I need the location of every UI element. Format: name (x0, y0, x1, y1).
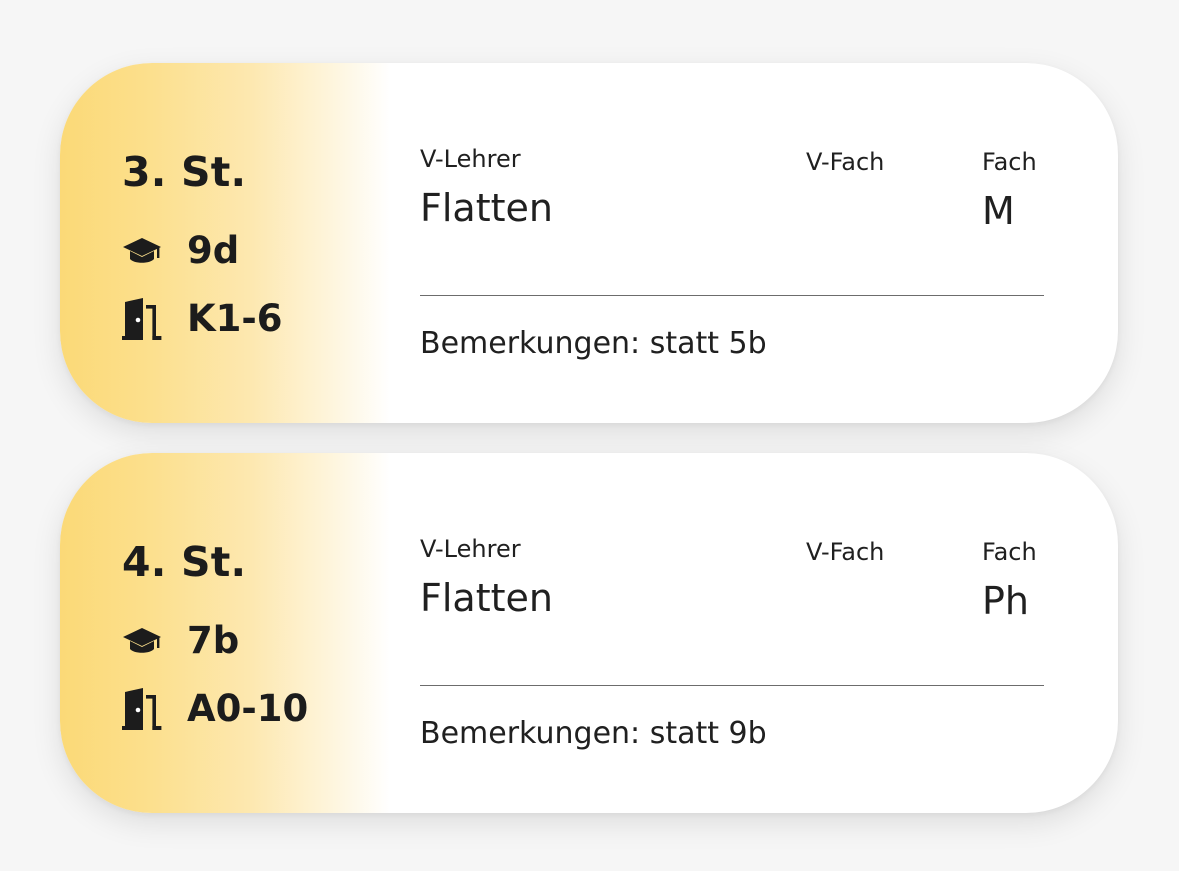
remarks-text: Bemerkungen: statt 9b (420, 716, 767, 751)
door-icon (122, 687, 166, 731)
class-value: 9d (187, 229, 240, 272)
teacher-value: Flatten (420, 576, 553, 620)
class-value: 7b (187, 619, 240, 662)
teacher-value: Flatten (420, 186, 553, 230)
room-value: K1-6 (187, 297, 283, 340)
graduation-cap-icon (122, 619, 166, 663)
substitute-subject-label: V-Fach (806, 538, 885, 566)
class-row: 7b (122, 619, 239, 663)
remarks-text: Bemerkungen: statt 5b (420, 326, 767, 361)
period-label: 3. St. (122, 148, 247, 196)
card-period-panel: 4. St. 7b A0-10 (122, 453, 382, 813)
class-row: 9d (122, 229, 239, 273)
subject-value: M (982, 189, 1015, 233)
door-icon (122, 297, 166, 341)
divider (420, 295, 1044, 296)
room-row: A0-10 (122, 687, 308, 731)
teacher-label: V-Lehrer (420, 535, 521, 563)
substitute-subject-label: V-Fach (806, 148, 885, 176)
period-label: 4. St. (122, 538, 247, 586)
subject-value: Ph (982, 579, 1029, 623)
divider (420, 685, 1044, 686)
teacher-label: V-Lehrer (420, 145, 521, 173)
room-value: A0-10 (187, 687, 309, 730)
substitution-card[interactable]: 3. St. 9d K1-6 V-Lehrer V-Fach Fach Flat… (60, 63, 1118, 423)
subject-label: Fach (982, 148, 1037, 176)
card-period-panel: 3. St. 9d K1-6 (122, 63, 382, 423)
graduation-cap-icon (122, 229, 166, 273)
subject-label: Fach (982, 538, 1037, 566)
substitution-card[interactable]: 4. St. 7b A0-10 V-Lehrer V-Fach Fach Fla… (60, 453, 1118, 813)
room-row: K1-6 (122, 297, 283, 341)
